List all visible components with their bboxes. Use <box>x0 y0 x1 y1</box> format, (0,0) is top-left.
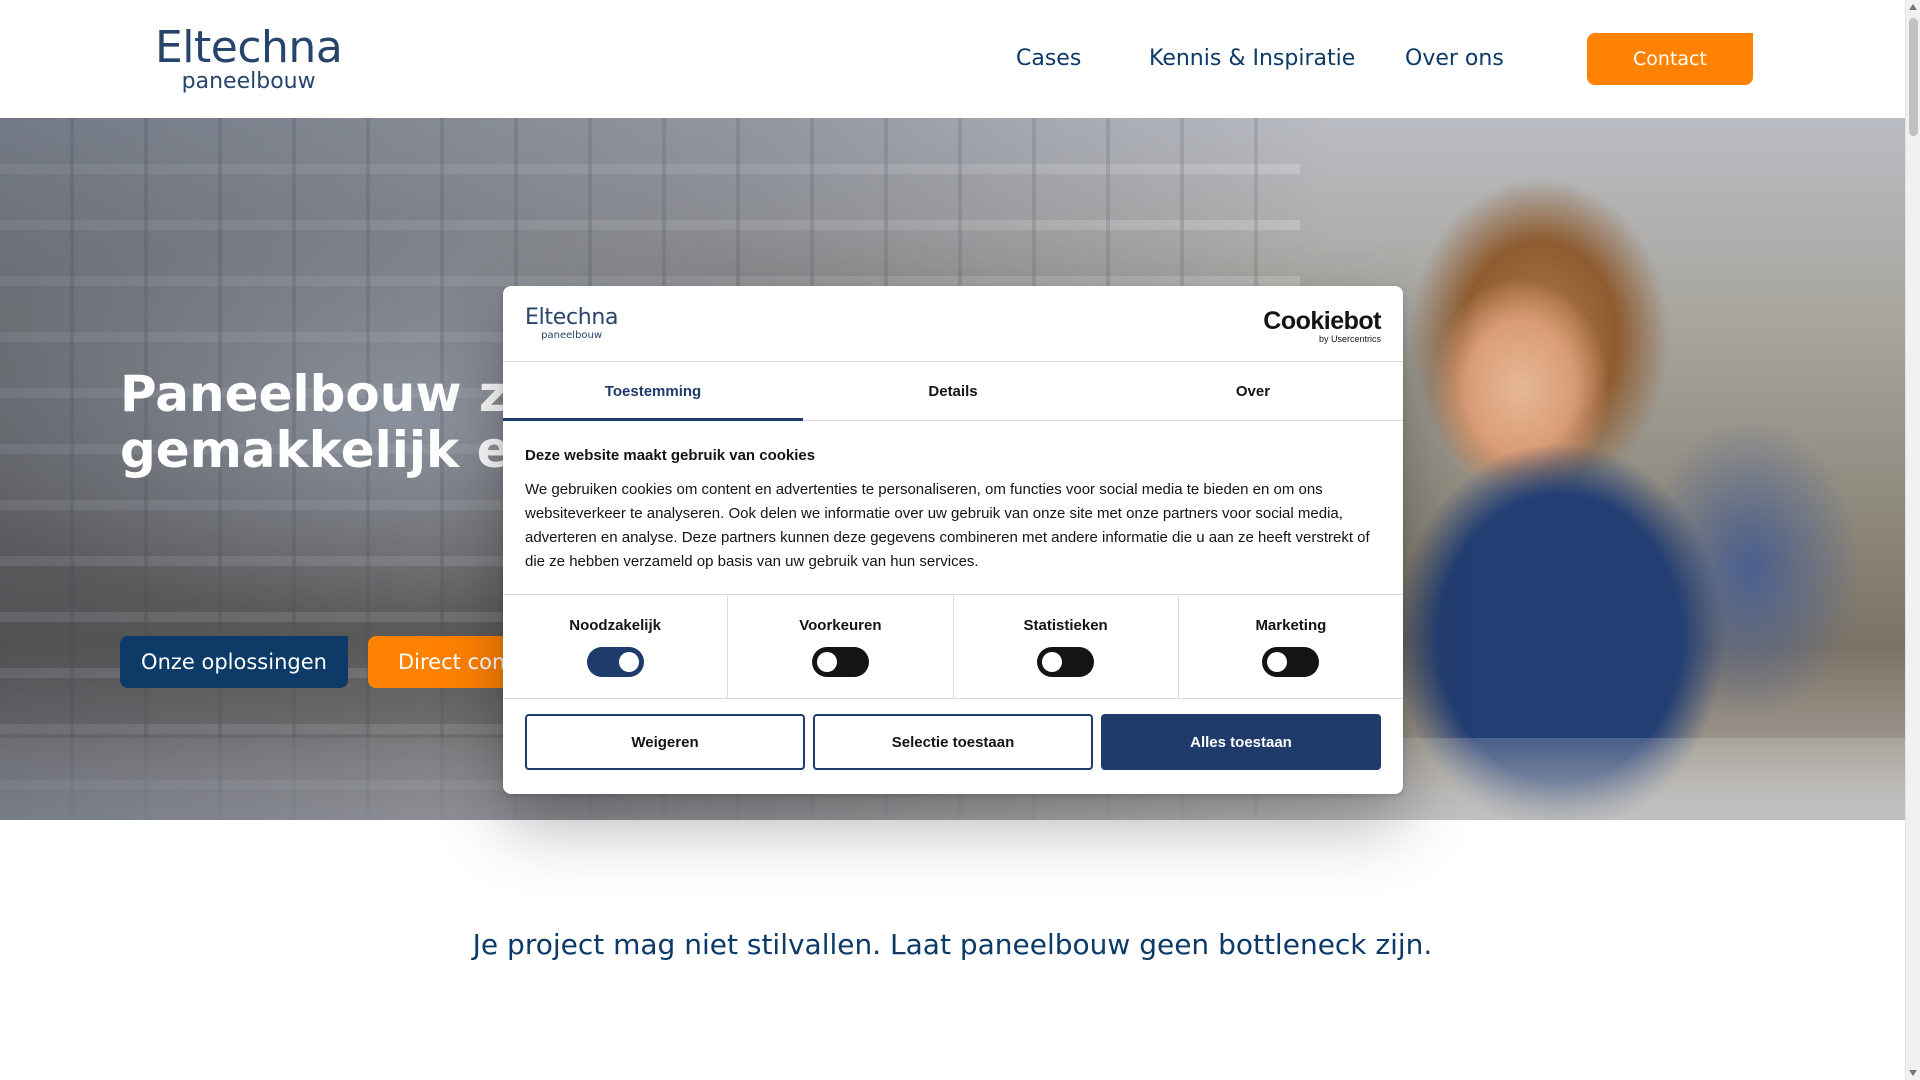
category-marketing: Marketing <box>1179 595 1403 698</box>
category-statistieken: Statistieken <box>954 595 1179 698</box>
category-voorkeuren: Voorkeuren <box>728 595 954 698</box>
marketing-toggle[interactable] <box>1262 647 1320 677</box>
toggle-knob <box>1267 652 1288 672</box>
voorkeuren-toggle[interactable] <box>811 647 869 677</box>
category-label: Statistieken <box>1023 617 1108 634</box>
dialog-body: Deze website maakt gebruik van cookies W… <box>525 446 1381 574</box>
dialog-header: Eltechna paneelbouw Cookiebot by Usercen… <box>503 286 1403 362</box>
scroll-up-arrow-icon[interactable] <box>1909 4 1917 10</box>
toggle-knob <box>816 652 837 672</box>
cookie-consent-dialog: Eltechna paneelbouw Cookiebot by Usercen… <box>503 286 1403 794</box>
category-label: Noodzakelijk <box>569 617 661 634</box>
toggle-knob <box>618 652 639 672</box>
toggle-knob <box>1042 652 1063 672</box>
weigeren-button[interactable]: Weigeren <box>525 714 805 770</box>
cookiebot-wordmark: Cookiebot <box>1263 307 1381 335</box>
logo-wordmark: Eltechna <box>155 22 343 73</box>
tab-details[interactable]: Details <box>803 363 1103 420</box>
cookiebot-logo[interactable]: Cookiebot by Usercentrics <box>1263 308 1381 344</box>
page-scrollbar[interactable] <box>1905 0 1920 1080</box>
dialog-description: We gebruiken cookies om content en adver… <box>525 481 1370 570</box>
site-logo[interactable]: Eltechna paneelbouw <box>155 22 343 94</box>
statistieken-toggle[interactable] <box>1037 647 1095 677</box>
consent-categories: Noodzakelijk Voorkeuren Statistieken Mar… <box>503 594 1403 699</box>
dialog-heading: Deze website maakt gebruik van cookies <box>525 447 816 464</box>
nav-over-ons[interactable]: Over ons <box>1405 46 1504 71</box>
category-label: Voorkeuren <box>799 617 882 634</box>
category-label: Marketing <box>1255 617 1327 634</box>
dialog-actions: Weigeren Selectie toestaan Alles toestaa… <box>525 714 1381 770</box>
scrollbar-thumb[interactable] <box>1909 18 1918 136</box>
dialog-logo: Eltechna paneelbouw <box>525 305 619 342</box>
dialog-tabs: Toestemming Details Over <box>503 363 1403 421</box>
noodzakelijk-toggle[interactable] <box>586 647 644 677</box>
tab-toestemming[interactable]: Toestemming <box>503 363 803 421</box>
onze-oplossingen-button[interactable]: Onze oplossingen <box>120 636 348 688</box>
nav-kennis-inspiratie[interactable]: Kennis & Inspiratie <box>1149 46 1355 71</box>
scroll-down-arrow-icon[interactable] <box>1909 1070 1917 1076</box>
section-tagline: Je project mag niet stilvallen. Laat pan… <box>472 928 1433 961</box>
cookiebot-byline: by Usercentrics <box>1318 334 1381 344</box>
logo-subtitle: paneelbouw <box>181 69 316 94</box>
dialog-logo-subtitle: paneelbouw <box>541 330 603 341</box>
site-header: Eltechna paneelbouw Cases Kennis & Inspi… <box>0 0 1905 118</box>
alles-toestaan-button[interactable]: Alles toestaan <box>1101 714 1381 770</box>
contact-button[interactable]: Contact <box>1587 33 1753 85</box>
nav-cases[interactable]: Cases <box>1016 46 1081 71</box>
selectie-toestaan-button[interactable]: Selectie toestaan <box>813 714 1093 770</box>
tab-over[interactable]: Over <box>1103 363 1403 420</box>
category-noodzakelijk: Noodzakelijk <box>503 595 729 698</box>
dialog-logo-wordmark: Eltechna <box>525 305 619 330</box>
